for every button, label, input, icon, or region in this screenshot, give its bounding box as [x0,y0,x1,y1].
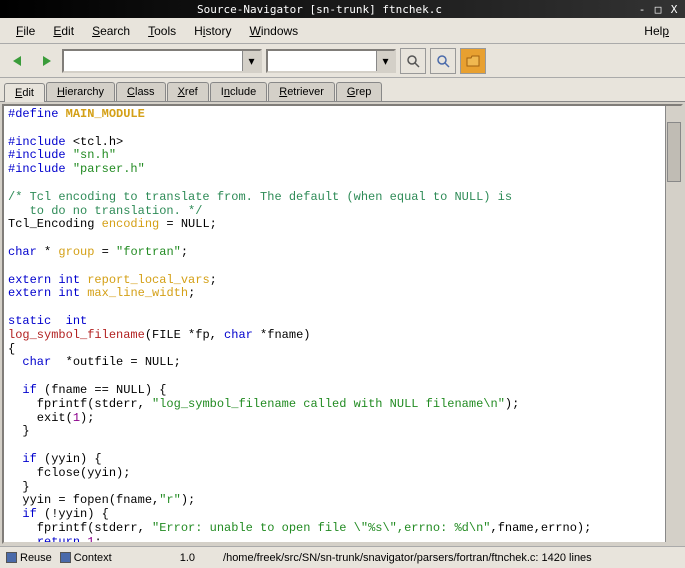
menu-windows[interactable]: Windows [241,21,306,41]
filter-combo[interactable]: ▾ [266,49,396,73]
menu-tools[interactable]: Tools [140,21,184,41]
tab-edit[interactable]: Edit [4,83,45,102]
tab-retriever[interactable]: Retriever [268,82,335,101]
forward-arrow-icon [37,52,55,70]
search-icon [435,53,451,69]
back-arrow-icon [9,52,27,70]
chevron-down-icon[interactable]: ▾ [376,51,394,71]
reuse-checkbox[interactable]: Reuse [6,552,52,564]
titlebar: Source-Navigator [sn-trunk] ftnchek.c - … [0,0,685,18]
window-title: Source-Navigator [sn-trunk] ftnchek.c [4,3,635,16]
symbol-combo[interactable]: ▾ [62,49,262,73]
status-path: /home/freek/src/SN/sn-trunk/snavigator/p… [203,552,679,564]
status-ratio: 1.0 [180,552,195,564]
tab-include[interactable]: Include [210,82,267,101]
find-button[interactable] [400,48,426,74]
tabbar: Edit Hierarchy Class Xref Include Retrie… [0,78,685,102]
checkbox-icon [6,552,17,563]
search-button[interactable] [430,48,456,74]
menu-file[interactable]: File [8,21,43,41]
tab-class[interactable]: Class [116,82,166,101]
menu-search[interactable]: Search [84,21,138,41]
chevron-down-icon[interactable]: ▾ [242,51,260,71]
close-button[interactable]: X [667,3,681,16]
menu-help[interactable]: Help [636,21,677,41]
tab-hierarchy[interactable]: Hierarchy [46,82,115,101]
editor-pane: #define MAIN_MODULE #include <tcl.h> #in… [2,104,683,544]
minimize-button[interactable]: - [635,3,649,16]
window-controls: - □ X [635,3,681,16]
context-checkbox[interactable]: Context [60,552,112,564]
toolbar: ▾ ▾ [0,44,685,78]
code-editor[interactable]: #define MAIN_MODULE #include <tcl.h> #in… [4,106,681,544]
menu-history[interactable]: History [186,21,239,41]
menu-edit[interactable]: Edit [45,21,82,41]
folder-button[interactable] [460,48,486,74]
folder-icon [465,53,481,69]
checkbox-icon [60,552,71,563]
scroll-thumb[interactable] [667,122,681,182]
tab-grep[interactable]: Grep [336,82,382,101]
tab-xref[interactable]: Xref [167,82,209,101]
vertical-scrollbar[interactable] [665,106,681,542]
statusbar: Reuse Context 1.0 /home/freek/src/SN/sn-… [0,546,685,568]
search-doc-icon [405,53,421,69]
back-button[interactable] [6,49,30,73]
forward-button[interactable] [34,49,58,73]
menubar: File Edit Search Tools History Windows H… [0,18,685,44]
maximize-button[interactable]: □ [651,3,665,16]
